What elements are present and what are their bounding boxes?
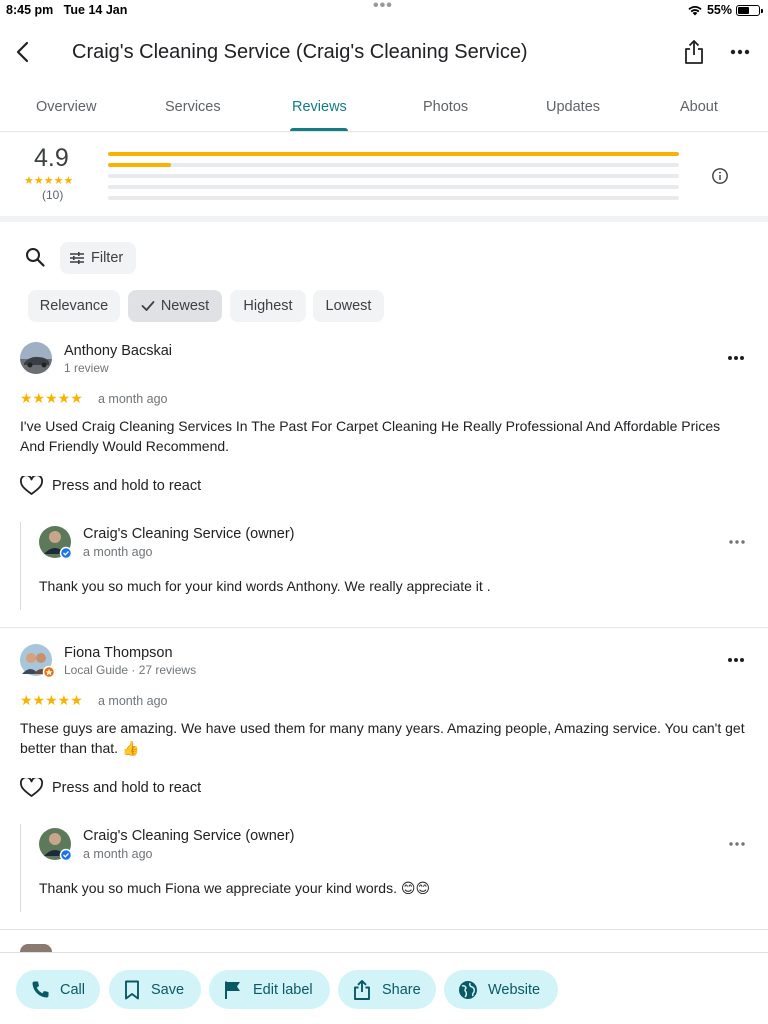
edit-label-label: Edit label [253, 981, 313, 998]
rating-bar-fill [108, 152, 679, 156]
wifi-icon [688, 6, 702, 16]
rating-bar-fill [108, 163, 171, 167]
globe-icon [459, 980, 477, 999]
owner-response-text: Thank you so much for your kind words An… [39, 578, 491, 594]
reviewer-name[interactable]: Fiona Thompson [64, 645, 173, 661]
info-icon[interactable] [711, 167, 729, 185]
rating-summary: 4.9 ★★★★★ (10) [0, 132, 768, 222]
review-card: Anthony Bacskai 1 review ★★★★★ a month a… [0, 336, 768, 626]
review-text: I've Used Craig Cleaning Services In The… [20, 418, 721, 454]
chip-lowest[interactable]: Lowest [313, 290, 384, 322]
rating-bar-2 [108, 185, 679, 189]
more-options-icon[interactable] [726, 353, 746, 363]
rating-bar-5 [108, 152, 679, 156]
chip-label: Lowest [325, 298, 372, 314]
reviewer-name[interactable]: Anthony Bacskai [64, 343, 172, 359]
tab-updates[interactable]: Updates [546, 99, 600, 115]
review-text: These guys are amazing. We have used the… [20, 720, 745, 756]
tab-services[interactable]: Services [165, 99, 221, 115]
save-button[interactable]: Save [109, 970, 201, 1009]
review-stars: ★★★★★ [20, 692, 83, 708]
active-tab-indicator [290, 128, 348, 131]
review-time: a month ago [98, 392, 168, 406]
header: Craig's Cleaning Service (Craig's Cleani… [0, 26, 768, 82]
battery-percent: 55% [706, 3, 732, 17]
chip-label: Newest [160, 298, 210, 314]
filter-sliders-icon [70, 252, 84, 264]
tab-reviews[interactable]: Reviews [292, 99, 347, 115]
share-icon [354, 979, 370, 1000]
tab-photos[interactable]: Photos [423, 99, 468, 115]
review-card: Fiona Thompson Local Guide · 27 reviews … [0, 638, 768, 928]
checkmark-icon [141, 301, 155, 311]
bookmark-icon [125, 980, 139, 999]
owner-response-time: a month ago [83, 847, 153, 861]
react-label: Press and hold to react [52, 478, 202, 494]
average-rating: 4.9 [34, 144, 69, 172]
share-label: Share [382, 981, 421, 998]
tab-bar: Overview Services Reviews Photos Updates… [0, 86, 768, 132]
owner-avatar[interactable] [39, 828, 73, 862]
react-button[interactable]: Press and hold to react [20, 778, 201, 798]
chip-label: Highest [243, 298, 293, 314]
reviewer-meta: 1 review [64, 361, 109, 375]
status-time: 8:45 pm Tue 14 Jan [6, 3, 128, 17]
owner-response-text: Thank you so much Fiona we appreciate yo… [39, 880, 431, 896]
status-right: 55% [687, 3, 763, 17]
action-bar: Call Save Edit label Share Website [0, 952, 768, 1024]
owner-avatar[interactable] [39, 526, 73, 560]
reviewer-avatar[interactable] [20, 644, 56, 679]
website-button[interactable]: Website [444, 970, 558, 1009]
tab-about[interactable]: About [680, 99, 718, 115]
average-stars: ★★★★★ [24, 175, 74, 187]
status-bar: 8:45 pm Tue 14 Jan ••• 55% [0, 0, 768, 22]
edit-label-button[interactable]: Edit label [209, 970, 330, 1009]
page-title: Craig's Cleaning Service (Craig's Cleani… [72, 41, 528, 63]
review-count: (10) [42, 188, 64, 202]
call-label: Call [60, 981, 85, 998]
rating-bar-3 [108, 174, 679, 178]
flag-icon [225, 981, 240, 999]
chip-label: Relevance [39, 298, 109, 314]
reviewer-avatar[interactable] [20, 342, 52, 374]
owner-more-options-icon[interactable] [727, 537, 747, 547]
chip-newest[interactable]: Newest [128, 290, 222, 322]
owner-response-time: a month ago [83, 545, 153, 559]
reviewer-meta: Local Guide · 27 reviews [64, 663, 197, 677]
call-button[interactable]: Call [16, 970, 100, 1009]
next-reviewer-avatar [20, 944, 52, 952]
save-label: Save [151, 981, 185, 998]
share-icon[interactable] [682, 38, 706, 66]
heart-icon [20, 778, 43, 797]
owner-name: Craig's Cleaning Service (owner) [83, 828, 295, 844]
search-icon[interactable] [24, 246, 46, 268]
owner-more-options-icon[interactable] [727, 839, 747, 849]
back-arrow-icon[interactable] [10, 38, 36, 66]
owner-response: Craig's Cleaning Service (owner) a month… [20, 824, 760, 912]
tab-overview[interactable]: Overview [36, 99, 96, 115]
review-time: a month ago [98, 694, 168, 708]
owner-name: Craig's Cleaning Service (owner) [83, 526, 295, 542]
rating-bar-4 [108, 163, 679, 167]
rating-bar-1 [108, 196, 679, 200]
react-button[interactable]: Press and hold to react [20, 476, 201, 496]
heart-icon [20, 476, 43, 495]
review-stars: ★★★★★ [20, 390, 83, 406]
multitasking-dots-icon[interactable]: ••• [373, 0, 393, 15]
review-divider [0, 929, 768, 930]
filter-button[interactable]: Filter [60, 242, 136, 274]
share-button[interactable]: Share [338, 970, 436, 1009]
react-label: Press and hold to react [52, 780, 202, 796]
phone-icon [32, 981, 49, 997]
website-label: Website [488, 981, 541, 998]
filter-label: Filter [91, 250, 124, 266]
battery-icon [736, 4, 763, 16]
owner-response: Craig's Cleaning Service (owner) a month… [20, 522, 760, 610]
more-options-icon[interactable] [726, 655, 746, 665]
review-divider [0, 627, 768, 628]
more-options-icon[interactable] [726, 42, 754, 62]
chip-relevance[interactable]: Relevance [28, 290, 120, 322]
chip-highest[interactable]: Highest [230, 290, 306, 322]
